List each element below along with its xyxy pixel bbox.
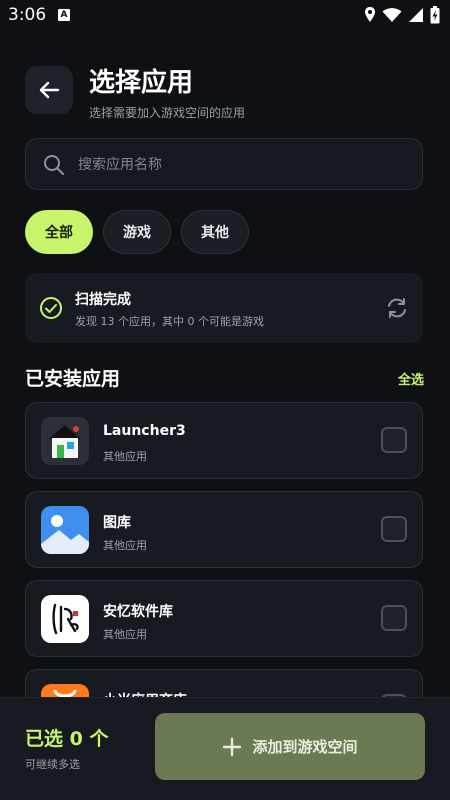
wifi-icon	[382, 8, 402, 22]
app-category: 其他应用	[103, 450, 147, 463]
app-checkbox[interactable]	[381, 516, 407, 542]
app-item-gallery[interactable]: 图库 其他应用	[25, 491, 423, 568]
signal-icon	[409, 8, 423, 22]
select-all-button[interactable]: 全选	[398, 369, 424, 388]
status-icons	[364, 6, 440, 24]
app-item-launcher3[interactable]: Launcher3 其他应用	[25, 402, 423, 479]
installed-apps-title: 已安装应用	[25, 368, 121, 390]
app-category: 其他应用	[103, 539, 147, 552]
search-box	[25, 138, 423, 191]
page-subtitle: 选择需要加入游戏空间的应用	[89, 106, 246, 120]
scan-status-card: 扫描完成 发现 13 个应用，其中 0 个可能是游戏	[25, 273, 423, 343]
battery-icon	[430, 6, 440, 24]
app-name: 图库	[103, 515, 131, 531]
scan-description: 发现 13 个应用，其中 0 个可能是游戏	[75, 315, 264, 328]
plus-icon	[223, 737, 242, 756]
status-time: 3:06	[8, 5, 47, 25]
check-circle-icon	[40, 297, 62, 319]
search-input[interactable]	[76, 139, 410, 191]
scan-title: 扫描完成	[75, 292, 131, 308]
add-button-label: 添加到游戏空间	[252, 738, 358, 756]
filter-tabs: 全部 游戏 其他	[25, 210, 249, 254]
selected-hint: 可继续多选	[25, 758, 80, 771]
filter-games[interactable]: 游戏	[103, 210, 171, 254]
bottom-action-bar: 已选 0 个 可继续多选 添加到游戏空间	[0, 697, 450, 800]
app-name: 安忆软件库	[103, 604, 173, 620]
app-checkbox[interactable]	[381, 605, 407, 631]
selected-count: 已选 0 个	[25, 728, 109, 750]
add-to-game-space-button[interactable]: 添加到游戏空间	[155, 713, 425, 780]
app-category: 其他应用	[103, 628, 147, 641]
anyi-store-icon	[41, 595, 89, 643]
app-checkbox[interactable]	[381, 427, 407, 453]
status-bar: 3:06 A	[0, 0, 450, 32]
app-name: Launcher3	[103, 423, 186, 439]
app-item-anyi-store[interactable]: 安忆软件库 其他应用	[25, 580, 423, 657]
back-button[interactable]	[25, 66, 73, 114]
filter-others[interactable]: 其他	[181, 210, 249, 254]
refresh-icon[interactable]	[385, 296, 409, 320]
screen: 3:06 A 选择应用 选择需要加入游戏空间的应用 搜索应用名称 全部 游戏 其…	[0, 0, 450, 800]
arrow-left-icon	[39, 81, 60, 99]
filter-all[interactable]: 全部	[25, 210, 93, 254]
launcher3-icon	[41, 417, 89, 465]
location-icon	[365, 7, 375, 22]
search-icon	[44, 155, 65, 176]
notification-icon: A	[58, 9, 70, 21]
gallery-icon	[41, 506, 89, 554]
page-title: 选择应用	[89, 68, 194, 98]
